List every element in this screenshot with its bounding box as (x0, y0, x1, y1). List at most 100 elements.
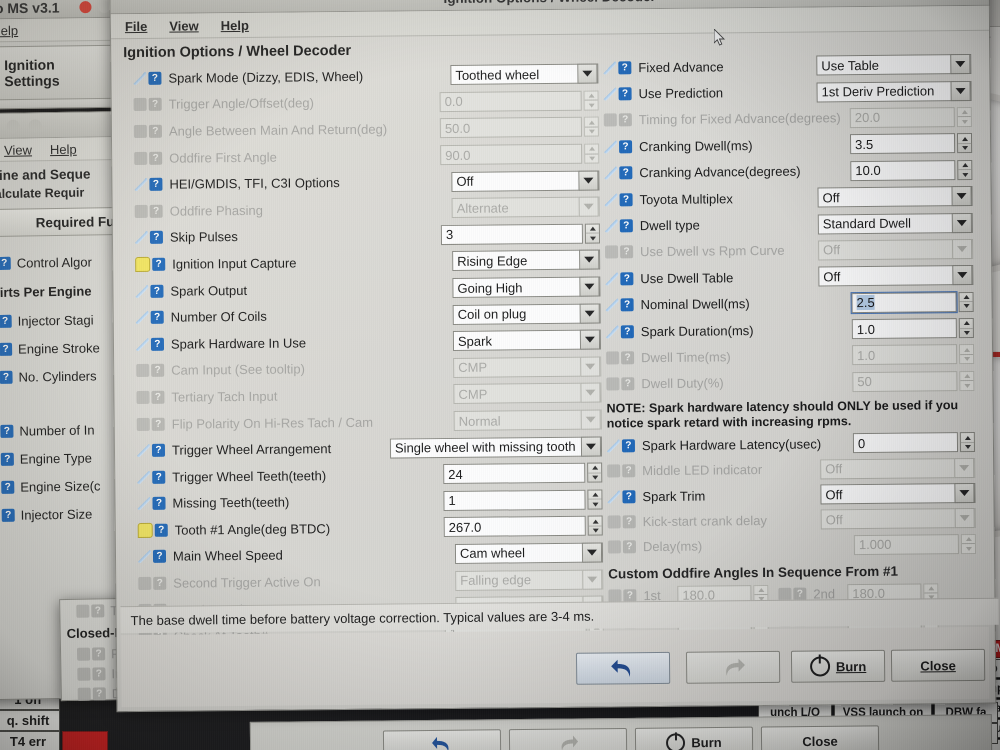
help-icon[interactable]: ? (0, 342, 13, 356)
chevron-down-icon[interactable] (579, 303, 600, 324)
setting-dropdown[interactable]: Spark (452, 329, 602, 352)
menu-item-view[interactable]: View (169, 18, 199, 33)
eng-dot-3[interactable] (28, 118, 42, 132)
spinner-down-icon[interactable] (589, 526, 602, 535)
setting-row[interactable]: ? Use Prediction 1st Deriv Prediction (603, 77, 972, 107)
help-icon[interactable]: ? (152, 257, 166, 271)
help-icon[interactable]: ? (0, 370, 13, 384)
setting-row[interactable]: ? Spark Hardware Latency(usec) 0 (606, 430, 976, 459)
help-icon[interactable]: ? (619, 219, 633, 233)
burn-button[interactable]: Burn (790, 649, 886, 683)
setting-dropdown[interactable]: Off (820, 482, 976, 505)
help-icon[interactable]: ? (0, 256, 11, 270)
help-icon[interactable]: ? (618, 87, 632, 101)
help-icon[interactable]: ? (0, 452, 14, 466)
status-t4-err[interactable]: T4 err (0, 731, 60, 750)
chevron-down-icon[interactable] (952, 265, 973, 286)
setting-dropdown[interactable]: Going High (452, 276, 601, 299)
setting-row[interactable]: ? Nominal Dwell(ms) 2.5 (605, 288, 974, 318)
setting-dropdown[interactable]: 1st Deriv Prediction (816, 80, 972, 103)
help-icon[interactable]: ? (151, 443, 166, 457)
ignition-options-dialog[interactable]: Ignition Options / Wheel Decoder File Vi… (109, 0, 999, 713)
behind-undo-button[interactable] (382, 729, 502, 750)
status-q-shift[interactable]: q. shift (0, 710, 60, 731)
spinner-down-icon[interactable] (958, 170, 971, 179)
chevron-down-icon[interactable] (578, 170, 599, 191)
spinner-stepper[interactable] (584, 223, 601, 244)
menu-item-help[interactable]: Help (221, 17, 249, 32)
help-icon[interactable]: ? (152, 470, 166, 484)
chevron-down-icon[interactable] (579, 329, 601, 350)
spinner-up-icon[interactable] (588, 490, 602, 500)
spinner-down-icon[interactable] (586, 234, 599, 243)
undo-button[interactable] (575, 651, 671, 685)
spinner-stepper[interactable] (587, 515, 603, 537)
engine-menu-help[interactable]: Help (50, 141, 77, 156)
help-icon[interactable]: ? (154, 523, 168, 537)
setting-row[interactable]: ? Spark Duration(ms) 1.0 (605, 315, 974, 345)
setting-dropdown[interactable]: Use Table (816, 54, 972, 76)
spinner-stepper[interactable] (587, 489, 603, 510)
setting-value-field[interactable]: 1.0 (851, 318, 957, 340)
setting-dropdown[interactable]: Off (451, 170, 600, 192)
setting-value-field[interactable]: 0 (852, 432, 959, 454)
setting-dropdown[interactable]: Single wheel with missing tooth (389, 436, 603, 459)
window-close-dot[interactable] (79, 1, 92, 14)
spinner-stepper[interactable] (959, 432, 976, 453)
setting-value-field[interactable]: 2.5 (850, 290, 958, 314)
chevron-down-icon[interactable] (950, 80, 971, 101)
help-icon[interactable]: ? (149, 231, 164, 245)
setting-row[interactable]: ? Fixed Advance Use Table (603, 51, 972, 81)
setting-row[interactable]: ? Cranking Advance(degrees) 10.0 (604, 157, 973, 187)
behind-close-button[interactable]: Close (760, 725, 880, 750)
help-icon[interactable]: ? (150, 310, 164, 325)
help-icon[interactable]: ? (619, 192, 633, 206)
menu-help[interactable]: Help (0, 22, 18, 37)
setting-dropdown[interactable]: Off (817, 186, 973, 208)
chevron-down-icon[interactable] (951, 212, 972, 233)
setting-dropdown[interactable]: Off (818, 265, 974, 287)
spinner-up-icon[interactable] (960, 433, 974, 443)
spinner-down-icon[interactable] (958, 144, 971, 153)
help-icon[interactable]: ? (1, 480, 15, 494)
chevron-down-icon[interactable] (581, 542, 603, 563)
spinner-down-icon[interactable] (960, 302, 973, 311)
spinner-up-icon[interactable] (959, 319, 973, 329)
help-icon[interactable]: ? (150, 284, 164, 298)
spinner-stepper[interactable] (587, 462, 603, 483)
setting-row[interactable]: ? Cranking Dwell(ms) 3.5 (604, 130, 973, 160)
setting-dropdown[interactable]: Cam wheel (454, 542, 604, 564)
setting-value-field[interactable]: 3 (440, 223, 584, 245)
spinner-stepper[interactable] (956, 133, 973, 154)
spinner-down-icon[interactable] (588, 500, 601, 509)
setting-value-field[interactable]: 3.5 (849, 133, 956, 155)
spinner-up-icon[interactable] (588, 463, 602, 474)
setting-dropdown[interactable]: Coil on plug (452, 303, 601, 325)
spinner-down-icon[interactable] (588, 473, 601, 482)
chevron-down-icon[interactable] (954, 483, 975, 504)
setting-row[interactable]: ? Toyota Multiplex Off (604, 183, 973, 213)
help-icon[interactable]: ? (620, 324, 634, 338)
help-icon[interactable]: ? (619, 166, 633, 180)
spinner-up-icon[interactable] (585, 224, 599, 235)
setting-row[interactable]: ? Dwell type Standard Dwell (604, 209, 973, 239)
help-icon[interactable]: ? (150, 337, 165, 351)
setting-row[interactable]: ? Spark Trim Off (607, 480, 976, 509)
chevron-down-icon[interactable] (580, 436, 602, 457)
help-icon[interactable]: ? (622, 489, 636, 503)
setting-value-field[interactable]: 1 (443, 489, 586, 511)
eng-dot-2[interactable] (6, 119, 20, 133)
help-icon[interactable]: ? (619, 140, 633, 154)
spinner-stepper[interactable] (958, 291, 974, 312)
help-icon[interactable]: ? (621, 438, 636, 453)
help-icon[interactable]: ? (152, 497, 166, 511)
spinner-stepper[interactable] (957, 159, 973, 180)
help-icon[interactable]: ? (1, 508, 15, 522)
spinner-up-icon[interactable] (958, 160, 972, 171)
help-icon[interactable]: ? (620, 272, 634, 286)
close-button[interactable]: Close (890, 648, 986, 682)
setting-dropdown[interactable]: Standard Dwell (817, 212, 973, 234)
spinner-up-icon[interactable] (957, 134, 972, 144)
behind-burn-button[interactable]: Burn (634, 726, 754, 750)
spinner-up-icon[interactable] (959, 292, 973, 303)
